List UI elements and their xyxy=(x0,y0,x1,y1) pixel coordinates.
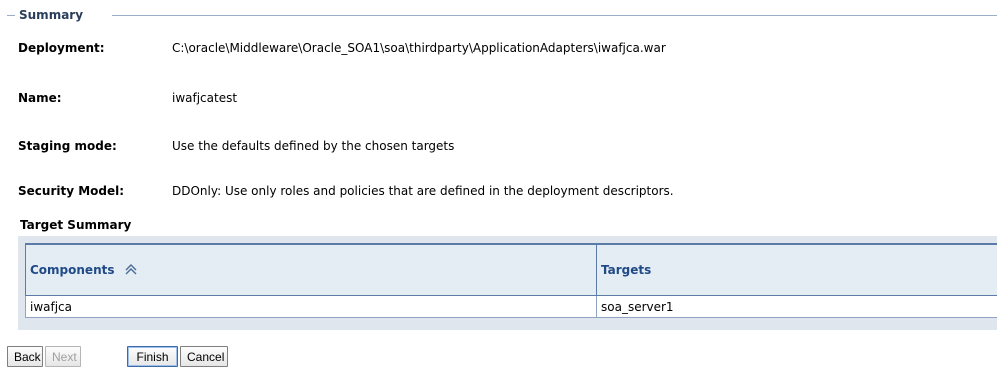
deployment-label: Deployment: xyxy=(18,41,105,55)
security-model-label: Security Model: xyxy=(18,184,125,198)
back-button[interactable]: Back xyxy=(7,346,43,367)
table-row: iwafjca soa_server1 xyxy=(25,295,997,318)
table-header-row: Components Targets xyxy=(25,243,997,296)
name-label: Name: xyxy=(18,91,62,105)
summary-title: Summary xyxy=(19,8,84,22)
next-button[interactable]: Next xyxy=(45,346,81,367)
staging-mode-label: Staging mode: xyxy=(18,139,117,153)
target-summary-title: Target Summary xyxy=(20,218,132,232)
cancel-button[interactable]: Cancel xyxy=(180,346,228,367)
section-divider xyxy=(7,15,15,16)
target-cell: soa_server1 xyxy=(596,295,997,318)
target-summary-table-container: Components Targets iwafjca soa_server1 xyxy=(18,236,997,330)
section-divider xyxy=(112,15,997,16)
summary-section-header: Summary xyxy=(7,8,997,22)
target-summary-table: Components Targets iwafjca soa_server1 xyxy=(25,243,997,318)
components-column-header[interactable]: Components xyxy=(25,243,597,296)
deployment-value: C:\oracle\Middleware\Oracle_SOA1\soa\thi… xyxy=(172,41,666,55)
security-model-value: DDOnly: Use only roles and policies that… xyxy=(172,184,674,198)
finish-button[interactable]: Finish xyxy=(127,346,178,367)
sort-ascending-icon[interactable] xyxy=(124,263,138,275)
name-value: iwafjcatest xyxy=(172,91,238,105)
components-header-label: Components xyxy=(30,263,115,277)
targets-header-label: Targets xyxy=(601,263,652,277)
deployment-summary-page: Summary Deployment: C:\oracle\Middleware… xyxy=(0,0,997,373)
targets-column-header[interactable]: Targets xyxy=(596,243,997,296)
staging-mode-value: Use the defaults defined by the chosen t… xyxy=(172,139,455,153)
component-cell: iwafjca xyxy=(25,295,597,318)
